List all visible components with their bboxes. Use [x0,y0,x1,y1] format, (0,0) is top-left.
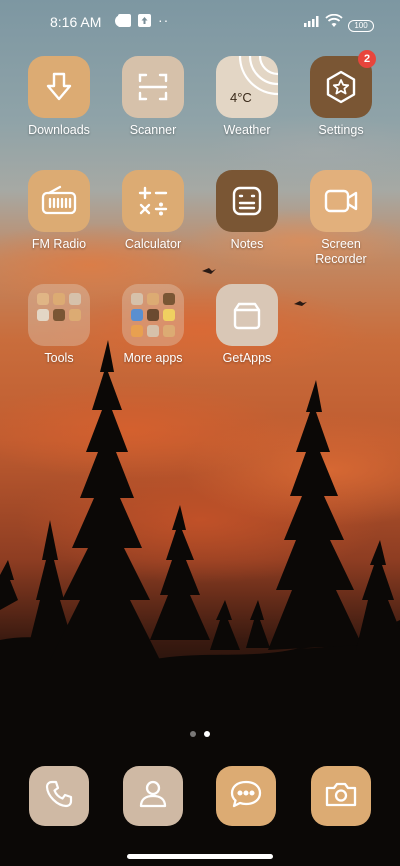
status-more-dots: ·· [158,12,170,28]
folder-tools[interactable]: Tools [12,284,106,384]
app-label: GetApps [222,351,272,365]
app-label: Calculator [124,237,182,251]
dock-contacts[interactable] [123,766,183,826]
dock-messages[interactable] [216,766,276,826]
camera-icon [324,779,358,814]
app-getapps[interactable]: GetApps [200,284,294,384]
dock-phone[interactable] [29,766,89,826]
status-time: 8:16 AM [50,14,102,30]
page-dot-2-active[interactable] [204,731,210,737]
download-arrow-icon [28,56,90,118]
app-label: Scanner [129,123,177,137]
chat-bubble-icon [229,778,263,815]
wifi-icon [325,13,343,31]
app-weather[interactable]: 4°C Weather [200,56,294,156]
status-bar: 8:16 AM ·· 100 [0,0,400,44]
upload-icon [138,14,152,31]
weather-sun-icon: 4°C [216,56,278,118]
phone-icon [44,779,74,814]
folder-more-apps[interactable]: More apps [106,284,200,384]
hexagon-star-icon: 2 [310,50,376,118]
scan-frame-icon [122,56,184,118]
weather-temp: 4°C [230,90,252,105]
radio-icon [28,170,90,232]
app-fm-radio[interactable]: FM Radio [12,170,106,270]
page-dot-1[interactable] [190,731,196,737]
notes-icon [216,170,278,232]
notification-square-icon [118,14,132,31]
app-settings[interactable]: 2 Settings [294,50,388,156]
folder-icon [122,284,184,346]
app-label: Tools [44,351,74,365]
notification-badge: 2 [358,50,376,68]
app-label: Screen Recorder [315,237,367,266]
app-label: Downloads [28,123,90,137]
app-notes[interactable]: Notes [200,170,294,270]
home-indicator[interactable] [127,854,273,859]
app-label: More apps [123,351,183,365]
app-downloads[interactable]: Downloads [12,56,106,156]
app-label: FM Radio [31,237,87,251]
video-camera-icon [310,170,372,232]
app-calculator[interactable]: Calculator [106,170,200,270]
folder-icon [28,284,90,346]
calculator-icon [122,170,184,232]
app-label: Settings [318,123,364,137]
dock-camera[interactable] [311,766,371,826]
battery-icon: 100 [348,15,374,32]
app-label: Weather [223,123,271,137]
page-indicator [0,731,400,739]
app-label: Notes [230,237,264,251]
signal-icon [304,14,322,30]
person-icon [137,778,169,815]
app-scanner[interactable]: Scanner [106,56,200,156]
app-screen-recorder[interactable]: Screen Recorder [294,170,388,270]
shopping-bag-icon [216,284,278,346]
